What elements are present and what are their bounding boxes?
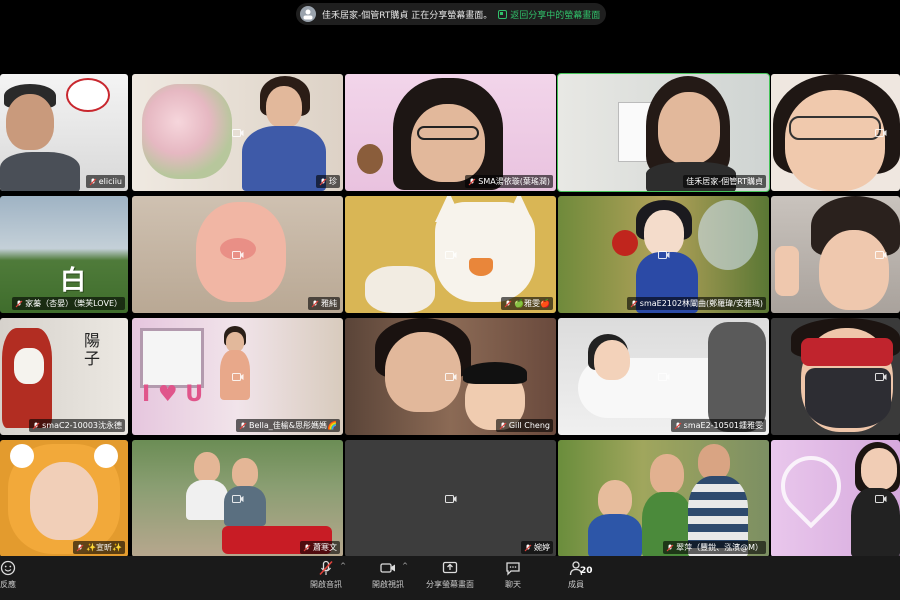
participants-button[interactable]: 20 成員 [546,560,606,590]
video-tile[interactable]: 🍏雅雯🍎 [345,196,556,313]
video-off-icon [874,372,887,381]
participant-name-tag: 婉婷 [521,541,553,554]
mic-muted-icon [319,560,333,576]
participant-name-tag: smaE2102林闡曲(鄭羅瑋/安雅瑪) [626,297,766,310]
video-options-caret[interactable]: ^ [402,562,408,570]
video-tile[interactable]: Gill Cheng [345,318,556,435]
mic-muted-icon [76,544,84,551]
mic-muted-icon [468,178,476,185]
video-off-icon [657,250,669,259]
mic-muted-icon [674,422,682,429]
video-tile[interactable]: smaE2-10501鍾雅雯 [558,318,769,435]
participants-label: 成員 [568,580,584,589]
video-off-icon [231,372,243,381]
video-off-icon [874,128,887,137]
unmute-button[interactable]: ^ 開啟音訊 [296,560,356,590]
participant-name-tag: Gill Cheng [495,419,553,432]
video-tile-active-speaker[interactable]: 佳禾居家-個管RT購貞 [557,73,770,192]
mic-muted-icon [524,544,532,551]
participants-count: 20 [580,566,593,576]
mic-muted-icon [239,422,247,429]
video-off-icon [874,250,887,259]
video-tile[interactable] [771,440,900,557]
start-video-button[interactable]: ^ 開啟視訊 [358,560,418,590]
video-off-icon [231,250,243,259]
participant-name-tag: 家蓁（杏晏）（樂芙LOVE） [12,297,125,310]
reactions-button[interactable]: 反應 [0,560,38,590]
video-tile[interactable]: 白 家蓁（杏晏）（樂芙LOVE） [0,196,128,313]
participant-name-tag: ✨宣昕✨ [73,541,125,554]
video-off-icon [874,494,887,503]
mic-muted-icon [499,422,507,429]
video-tile[interactable] [771,74,900,191]
reactions-label: 反應 [0,580,16,589]
share-screen-label: 分享螢幕畫面 [426,580,474,589]
participant-name-tag: 🍏雅雯🍎 [501,297,553,310]
mic-muted-icon [319,178,327,185]
participant-name-tag: smaE2-10501鍾雅雯 [670,419,766,432]
video-off-icon [657,372,669,381]
video-tile[interactable]: 翠萍（豐銳、泓濱@M） [558,440,769,557]
mic-muted-icon [15,300,23,307]
video-tile[interactable]: 雅純 [132,196,343,313]
participant-name-tag: 蕭寒文 [300,541,340,554]
meeting-toolbar: 反應 ^ 開啟音訊 ^ 開啟視訊 分享螢幕畫面 聊天 20 成員 [0,556,900,600]
mic-muted-icon [32,422,40,429]
mic-muted-icon [666,544,674,551]
audio-options-caret[interactable]: ^ [340,562,346,570]
video-tile[interactable] [771,196,900,313]
video-tile[interactable] [771,318,900,435]
chat-button[interactable]: 聊天 [483,560,543,590]
mic-muted-icon [504,300,512,307]
video-off-icon [231,128,243,137]
video-tile[interactable]: eliciiu [0,74,128,191]
video-gallery: eliciiu 珍 SMA湯依璇(葉瑤潤) 佳禾居家-個管RT購貞 白 家蓁（杏… [0,0,900,560]
start-video-label: 開啟視訊 [372,580,404,589]
video-off-icon [444,494,456,503]
video-tile[interactable]: SMA湯依璇(葉瑤潤) [345,74,556,191]
video-off-icon [444,250,456,259]
participant-name-tag: 翠萍（豐銳、泓濱@M） [663,541,766,554]
share-screen-button[interactable]: 分享螢幕畫面 [420,560,480,590]
share-screen-icon [442,561,458,574]
video-off-icon [231,494,243,503]
chat-label: 聊天 [505,580,521,589]
mic-muted-icon [303,544,311,551]
video-tile[interactable]: smaE2102林闡曲(鄭羅瑋/安雅瑪) [558,196,769,313]
unmute-label: 開啟音訊 [310,580,342,589]
mic-muted-icon [89,178,97,185]
smiley-icon [0,560,16,576]
mic-muted-icon [630,300,638,307]
video-tile[interactable]: I ♥ U Bella_佳榆&思彤媽媽🌈 [132,318,343,435]
participant-name-tag: SMA湯依璇(葉瑤潤) [465,175,553,188]
participant-name-tag: 珍 [316,175,340,188]
participant-name-tag: Bella_佳榆&思彤媽媽🌈 [236,419,340,432]
video-off-icon [444,372,456,381]
video-tile[interactable]: 珍 [132,74,343,191]
chat-icon [506,562,520,576]
video-tile[interactable]: ✨宣昕✨ [0,440,128,557]
video-tile[interactable]: 陽子 smaC2-10003沈永德 [0,318,128,435]
video-camera-icon [380,563,395,573]
video-tile-no-video[interactable]: 婉婷 [345,440,556,557]
participant-name-tag: smaC2-10003沈永德 [29,419,125,432]
participant-name-tag: 佳禾居家-個管RT購貞 [683,175,766,188]
mic-muted-icon [311,300,319,307]
participant-name-tag: 雅純 [308,297,340,310]
participant-name-tag: eliciiu [85,175,125,188]
video-tile[interactable]: 蕭寒文 [132,440,343,557]
